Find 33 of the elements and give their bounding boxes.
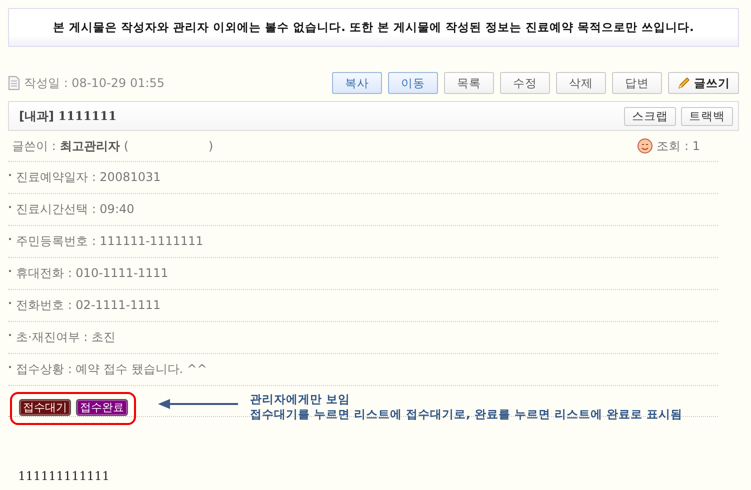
annotation-text: 접수대기를 누르면 리스트에 접수대기로, 완료를 누르면 리스트에 완료로 표시됨 xyxy=(250,407,682,422)
field-text: 전화번호 : 02-1111-1111 xyxy=(16,297,161,314)
status-button[interactable]: 접수대기 xyxy=(19,398,71,416)
smiley-icon xyxy=(636,138,653,154)
field-text: 휴대전화 : 010-1111-1111 xyxy=(16,265,168,282)
field-text: 주민등록번호 : 111111-1111111 xyxy=(16,233,204,250)
view-count: 조회 : 1 xyxy=(656,138,700,154)
paren: ) xyxy=(208,139,214,153)
action-button[interactable]: 답변 xyxy=(612,72,662,94)
action-button[interactable]: 복사 xyxy=(332,72,382,94)
paren: ( xyxy=(124,139,129,153)
title-button[interactable]: 트랙백 xyxy=(681,106,733,126)
pencil-icon xyxy=(677,76,691,90)
post-date: 작성일 : 08-10-29 01:55 xyxy=(24,74,165,92)
author-label: 글쓴이 : xyxy=(12,138,56,154)
action-button[interactable]: 수정 xyxy=(500,72,550,94)
post-body: 111111111111 xyxy=(18,469,111,483)
notice-banner: 본 게시물은 작성자와 관리자 이외에는 볼수 없습니다. 또한 본 게시물에 작성된 정보는 진료예약 목적으로만 쓰입니다. xyxy=(8,8,739,47)
arrow-icon xyxy=(158,399,238,409)
post-title: [내과] 1111111 xyxy=(19,108,117,124)
title-button[interactable]: 스크랩 xyxy=(624,106,676,126)
field-text: 접수상황 : 예약 접수 됐습니다. ^^ xyxy=(16,361,208,378)
field-text: 진료시간선택 : 09:40 xyxy=(16,201,134,218)
document-icon xyxy=(8,76,20,90)
action-button[interactable]: 목록 xyxy=(444,72,494,94)
field-text: 진료예약일자 : 20081031 xyxy=(16,169,161,186)
annotation-text: 관리자에게만 보임 xyxy=(250,392,352,407)
status-button[interactable]: 접수완료 xyxy=(76,398,128,416)
field-text: 초·재진여부 : 초진 xyxy=(16,329,116,346)
action-button[interactable]: 글쓰기 xyxy=(668,72,739,94)
action-button[interactable]: 이동 xyxy=(388,72,438,94)
action-button[interactable]: 삭제 xyxy=(556,72,606,94)
author-name: 최고관리자 xyxy=(60,138,120,154)
